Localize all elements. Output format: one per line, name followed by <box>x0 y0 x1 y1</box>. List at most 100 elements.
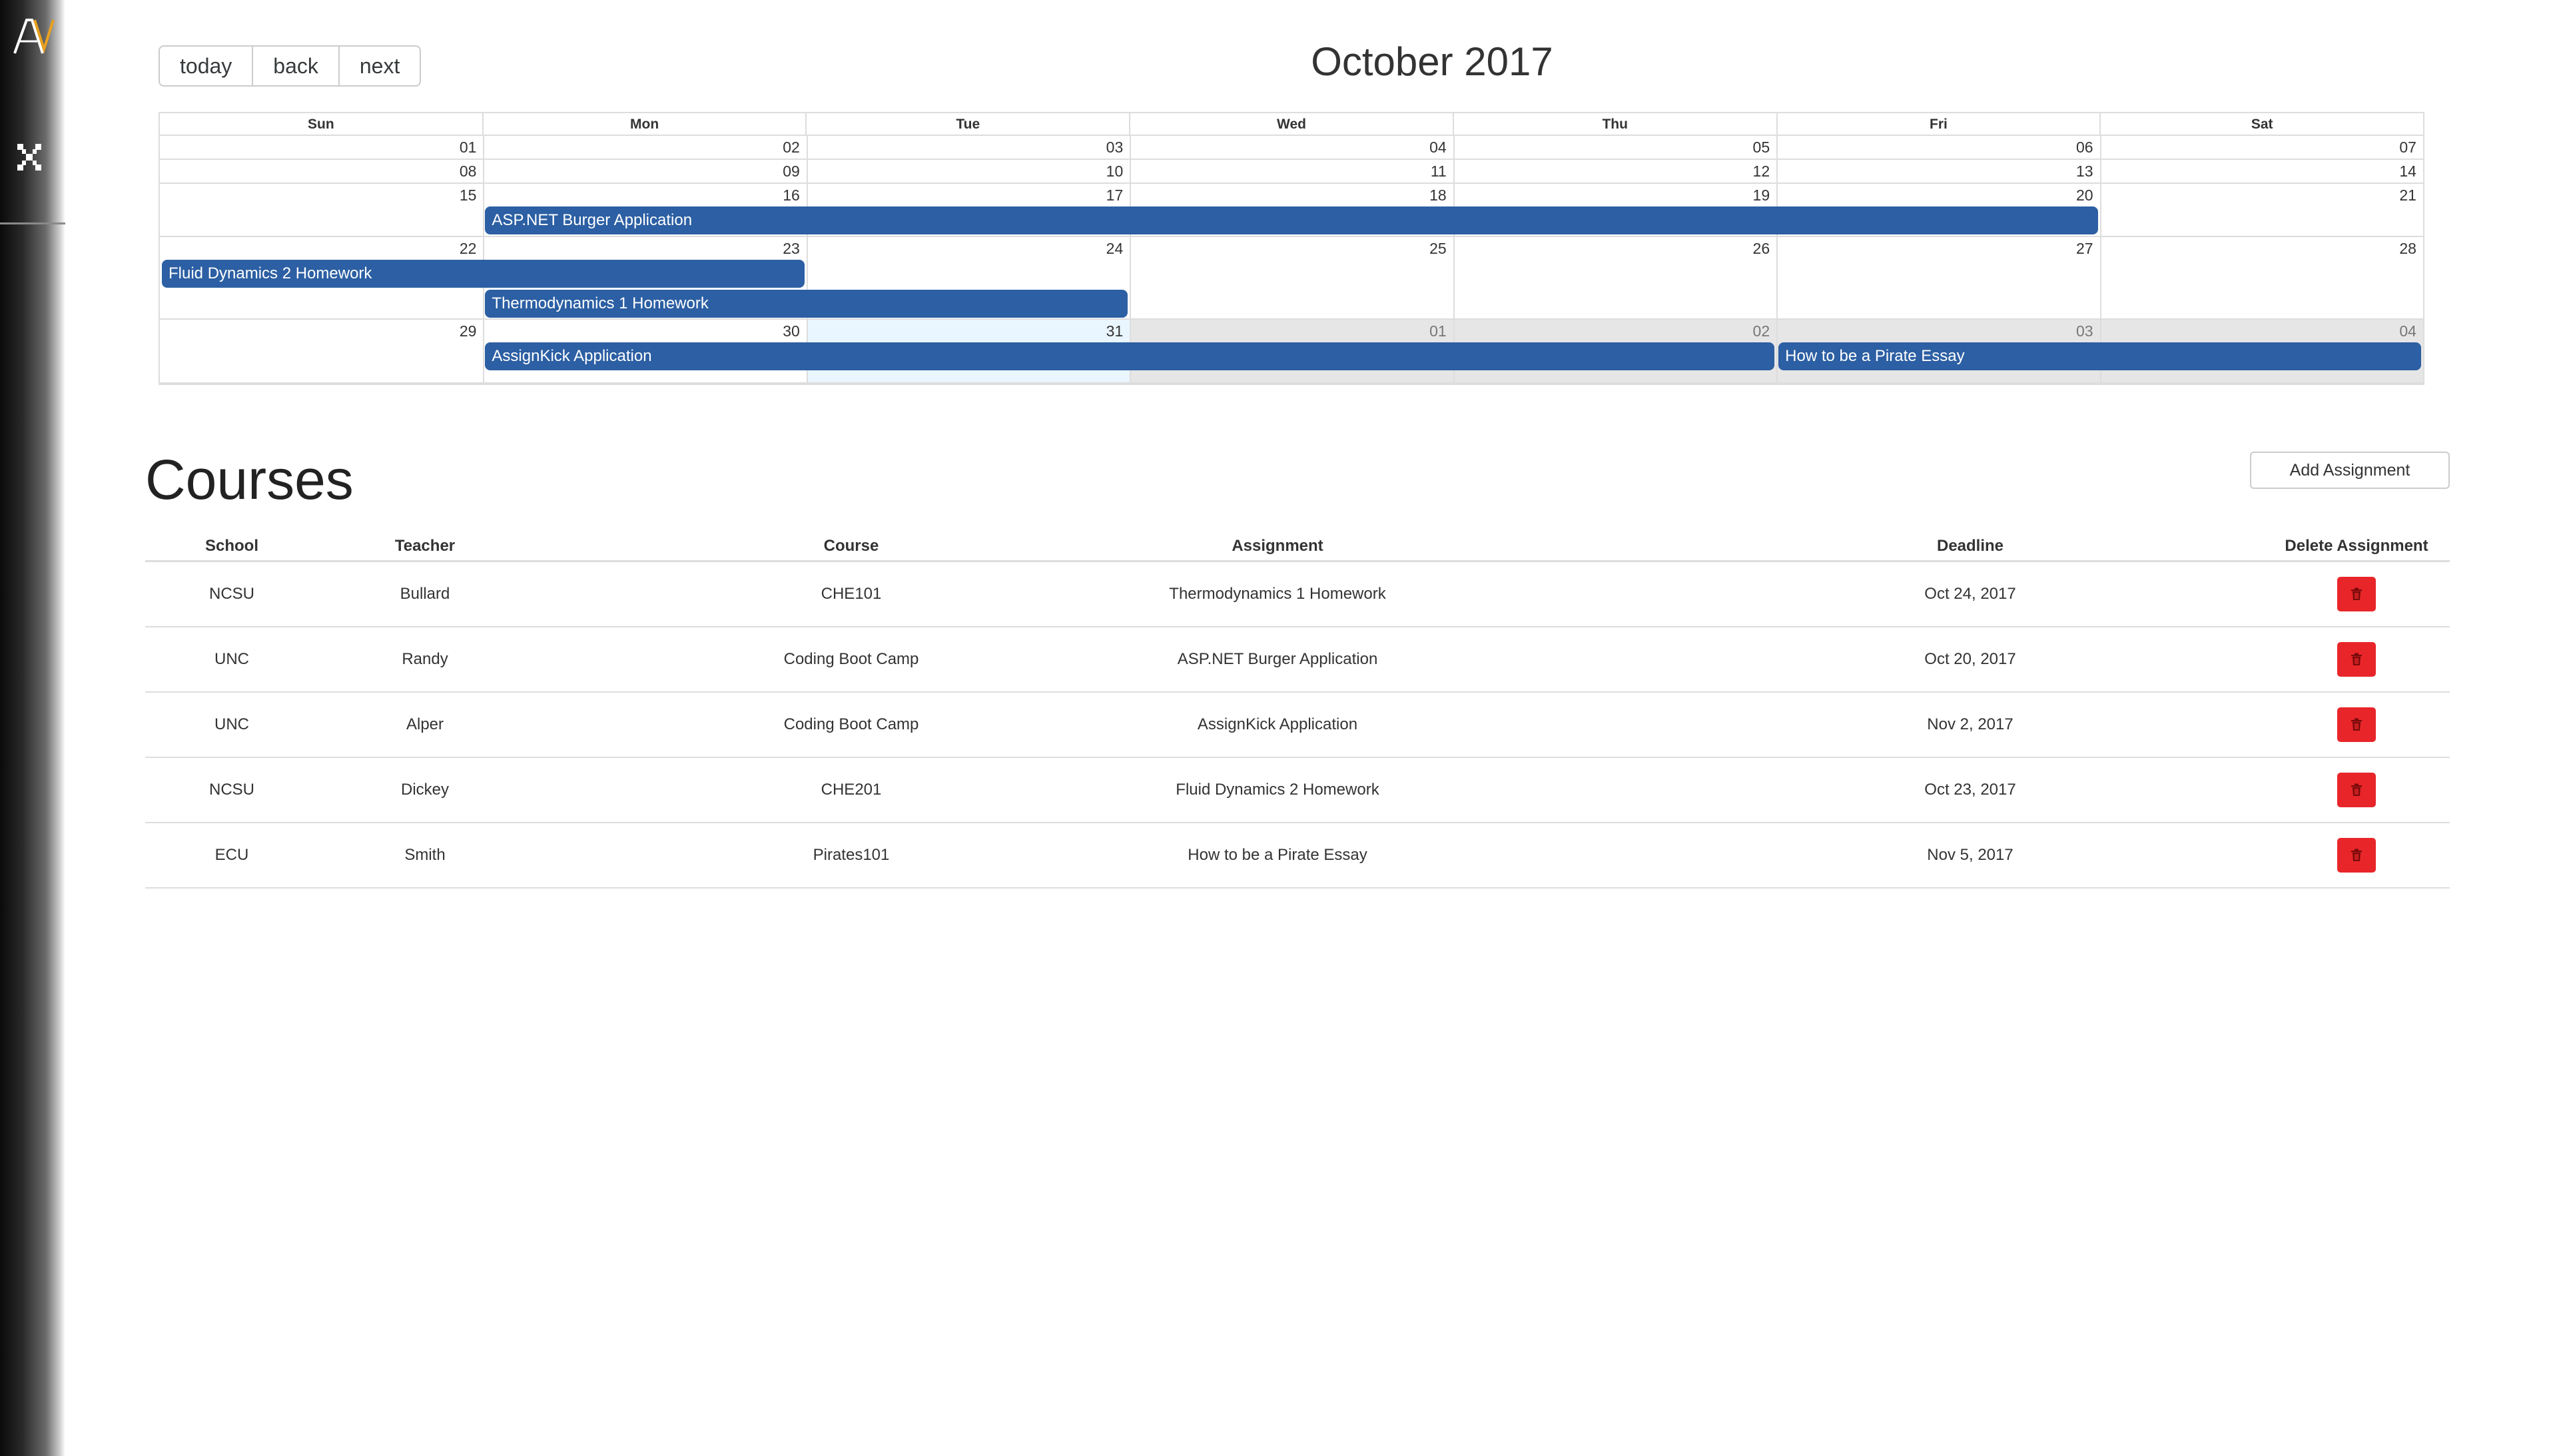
day-number[interactable]: 21 <box>2399 186 2416 204</box>
calendar-day-cell[interactable]: 13 <box>1776 160 2099 182</box>
trash-icon <box>2351 849 2362 861</box>
calendar-day-cell[interactable]: 14 <box>2099 160 2423 182</box>
day-number[interactable]: 23 <box>783 240 800 258</box>
day-number[interactable]: 01 <box>1429 322 1447 340</box>
calendar-day-cell[interactable]: 15 <box>160 184 483 236</box>
column-header-delete-assignment[interactable]: Delete Assignment <box>2157 533 2551 560</box>
day-number[interactable]: 16 <box>783 186 800 204</box>
day-number[interactable]: 25 <box>1429 240 1447 258</box>
day-number[interactable]: 12 <box>1753 163 1770 181</box>
delete-assignment-button[interactable] <box>2337 577 2376 611</box>
calendar-day-cell[interactable]: 08 <box>160 160 483 182</box>
day-number[interactable]: 09 <box>783 163 800 181</box>
day-number[interactable]: 31 <box>1106 322 1124 340</box>
day-number[interactable]: 01 <box>460 139 477 157</box>
delete-cell <box>2157 758 2551 822</box>
table-row: UNC Randy Coding Boot Camp ASP.NET Burger A… <box>145 627 2450 693</box>
app-logo-icon[interactable] <box>12 16 56 56</box>
assignment-cell: ASP.NET Burger Application <box>1177 650 1378 668</box>
day-number[interactable]: 20 <box>2076 186 2093 204</box>
column-header-deadline[interactable]: Deadline <box>1784 533 2157 560</box>
assignment-cell: Fluid Dynamics 2 Homework <box>1176 781 1379 799</box>
calendar-day-cell[interactable]: 27 <box>1776 237 2099 318</box>
table-row: NCSU Bullard CHE101 Thermodynamics 1 Homewo… <box>145 562 2450 627</box>
day-number[interactable]: 18 <box>1429 186 1447 204</box>
day-number[interactable]: 04 <box>2399 322 2416 340</box>
delete-assignment-button[interactable] <box>2337 773 2376 807</box>
calendar-day-cell[interactable]: 09 <box>483 160 806 182</box>
day-number[interactable]: 02 <box>783 139 800 157</box>
calendar-day-cell[interactable]: 02 <box>483 136 806 159</box>
delete-assignment-button[interactable] <box>2337 838 2376 873</box>
calendar-day-cell[interactable]: 01 <box>160 136 483 159</box>
delete-assignment-button[interactable] <box>2337 707 2376 742</box>
sidebar <box>0 0 65 1456</box>
day-number[interactable]: 19 <box>1753 186 1770 204</box>
calendar-day-cell[interactable]: 25 <box>1130 237 1453 318</box>
calendar-day-cell[interactable]: 03 <box>806 136 1130 159</box>
calendar-day-cell[interactable]: 28 <box>2099 237 2423 318</box>
calendar-event[interactable]: AssignKick Application <box>485 342 1775 370</box>
calendar-week: 01 02 03 04 05 06 07 <box>160 136 2423 160</box>
teacher-cell: Alper <box>406 715 444 733</box>
day-number[interactable]: 03 <box>2076 322 2093 340</box>
day-number[interactable]: 06 <box>2076 139 2093 157</box>
delete-cell <box>2157 562 2551 626</box>
trash-icon <box>2351 587 2362 600</box>
day-number[interactable]: 27 <box>2076 240 2093 258</box>
day-number[interactable]: 17 <box>1106 186 1124 204</box>
column-header-school[interactable]: School <box>145 533 318 560</box>
day-number[interactable]: 22 <box>460 240 477 258</box>
school-cell: NCSU <box>208 585 254 603</box>
column-header-teacher[interactable]: Teacher <box>325 533 525 560</box>
day-number[interactable]: 26 <box>1753 240 1770 258</box>
calendar-day-cell[interactable]: 07 <box>2099 136 2423 159</box>
month-calendar: Sun Mon Tue Wed Thu Fri Sat 01 02 03 04 05 06 07 08 09… <box>159 112 2424 385</box>
deadline-cell: Nov 2, 2017 <box>1927 715 2013 733</box>
delete-assignment-button[interactable] <box>2337 642 2376 677</box>
today-button[interactable]: today <box>159 45 254 87</box>
trash-icon <box>2351 653 2362 665</box>
calendar-day-cell[interactable]: 04 <box>1130 136 1453 159</box>
day-number[interactable]: 03 <box>1106 139 1124 157</box>
calendar-day-cell[interactable]: 05 <box>1453 136 1776 159</box>
calendar-day-cell[interactable]: 26 <box>1453 237 1776 318</box>
school-cell: ECU <box>214 846 249 864</box>
back-button[interactable]: back <box>252 45 340 87</box>
calendar-event[interactable]: ASP.NET Burger Application <box>485 206 2098 234</box>
calendar-day-cell[interactable]: 10 <box>806 160 1130 182</box>
column-header-assignment[interactable]: Assignment <box>791 533 1764 560</box>
day-number[interactable]: 24 <box>1106 240 1124 258</box>
calendar-day-cell[interactable]: 11 <box>1130 160 1453 182</box>
day-number[interactable]: 13 <box>2076 163 2093 181</box>
day-number[interactable]: 14 <box>2399 163 2416 181</box>
add-assignment-button[interactable]: Add Assignment <box>2250 452 2450 489</box>
day-number[interactable]: 08 <box>460 163 477 181</box>
day-number[interactable]: 10 <box>1106 163 1124 181</box>
calendar-day-cell[interactable]: 21 <box>2099 184 2423 236</box>
calendar-event[interactable]: How to be a Pirate Essay <box>1778 342 2421 370</box>
weekday-label-mon: Mon <box>482 113 806 136</box>
weekday-label-sat: Sat <box>2099 113 2424 136</box>
calendar-day-cell[interactable]: 06 <box>1776 136 2099 159</box>
day-number[interactable]: 05 <box>1753 139 1770 157</box>
day-number[interactable]: 11 <box>1431 163 1447 181</box>
day-number[interactable]: 30 <box>783 322 800 340</box>
day-number[interactable]: 04 <box>1429 139 1447 157</box>
calendar-day-cell[interactable]: 12 <box>1453 160 1776 182</box>
calendar-day-cell[interactable]: 29 <box>160 320 483 382</box>
calendar-event[interactable]: Fluid Dynamics 2 Homework <box>162 260 805 288</box>
next-button[interactable]: next <box>338 45 422 87</box>
delete-cell <box>2157 823 2551 887</box>
day-number[interactable]: 02 <box>1753 322 1770 340</box>
grid-x-icon[interactable] <box>16 141 43 173</box>
calendar-event[interactable]: Thermodynamics 1 Homework <box>485 290 1128 318</box>
deadline-cell: Oct 23, 2017 <box>1924 781 2016 799</box>
day-number[interactable]: 29 <box>460 322 477 340</box>
teacher-cell: Randy <box>402 650 448 668</box>
day-number[interactable]: 07 <box>2399 139 2416 157</box>
weekday-label-tue: Tue <box>805 113 1130 136</box>
teacher-cell: Bullard <box>400 585 450 603</box>
day-number[interactable]: 28 <box>2399 240 2416 258</box>
day-number[interactable]: 15 <box>460 186 477 204</box>
